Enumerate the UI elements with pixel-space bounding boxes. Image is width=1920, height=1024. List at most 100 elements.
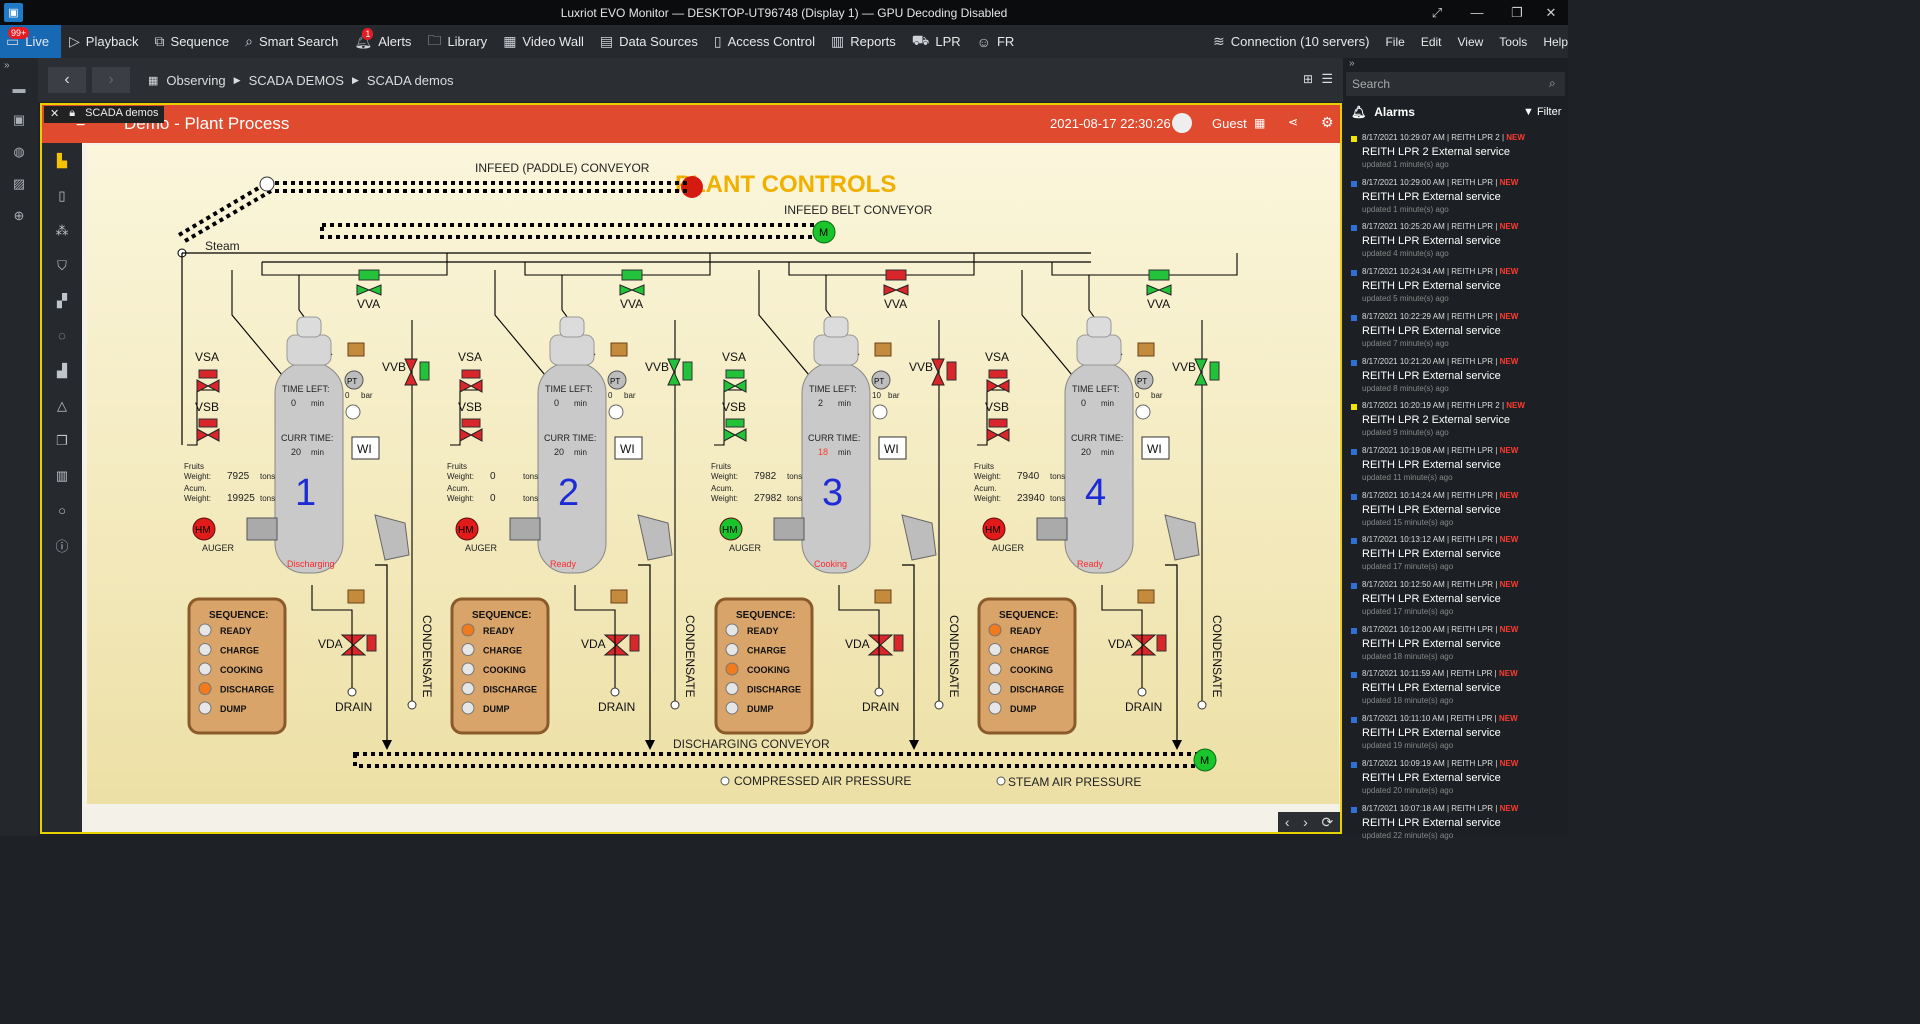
layout-options-icon[interactable]: ⊞ <box>1303 72 1313 86</box>
sequence-step-indicator[interactable] <box>198 682 212 695</box>
back-button[interactable]: ‹ <box>48 67 86 93</box>
alarm-item[interactable]: 8/17/2021 10:12:00 AM | REITH LPR | NEW R… <box>1343 623 1568 667</box>
vva-valve-icon[interactable] <box>619 284 645 296</box>
vsa-actuator-icon[interactable] <box>198 369 218 379</box>
vva-actuator-icon[interactable] <box>621 269 643 281</box>
list-menu-icon[interactable]: ☰ <box>1321 71 1333 87</box>
settings-icon[interactable]: ⚙ <box>1321 114 1334 131</box>
vva-valve-icon[interactable] <box>356 284 382 296</box>
search-input[interactable]: Search <box>1346 72 1565 96</box>
data-sources-tab[interactable]: ▤ Data Sources <box>592 25 706 58</box>
view-menu[interactable]: View <box>1450 25 1492 58</box>
circle-icon[interactable]: ○ <box>42 493 82 528</box>
alarm-item[interactable]: 8/17/2021 10:21:20 AM | REITH LPR | NEW R… <box>1343 355 1568 399</box>
close-icon[interactable]: ✕ <box>50 107 59 122</box>
vsb-valve-icon[interactable] <box>196 428 220 442</box>
vsb-valve-icon[interactable] <box>723 428 747 442</box>
vvb-actuator-icon[interactable] <box>1209 361 1220 381</box>
connection-menu[interactable]: ≋ Connection (10 servers) <box>1205 25 1377 58</box>
sequence-step-indicator[interactable] <box>988 662 1002 676</box>
alarm-item[interactable]: 8/17/2021 10:25:20 AM | REITH LPR | NEW R… <box>1343 220 1568 264</box>
lock-icon[interactable] <box>1137 342 1155 357</box>
smart-search-tab[interactable]: ⌕ Smart Search <box>237 25 346 58</box>
vda-actuator-icon[interactable] <box>366 634 377 652</box>
sequence-step-indicator[interactable] <box>461 701 475 715</box>
vsb-actuator-icon[interactable] <box>725 418 745 428</box>
vvb-actuator-icon[interactable] <box>419 361 430 381</box>
close-button[interactable]: ✕ <box>1532 0 1570 25</box>
vvb-valve-icon[interactable] <box>404 358 418 386</box>
library-tab[interactable]: 🗀 Library <box>419 25 495 58</box>
sequence-step-indicator[interactable] <box>461 623 475 637</box>
vvb-actuator-icon[interactable] <box>682 361 693 381</box>
vsb-actuator-icon[interactable] <box>198 418 218 428</box>
copy-icon[interactable]: ❐ <box>42 423 82 458</box>
alerts-tab[interactable]: 🔔︎ Alerts 1 <box>346 25 419 58</box>
alarm-item[interactable]: 8/17/2021 10:09:19 AM | REITH LPR | NEW R… <box>1343 757 1568 801</box>
sequence-step-indicator[interactable] <box>198 623 212 637</box>
sequence-step-indicator[interactable] <box>461 682 475 695</box>
vsb-actuator-icon[interactable] <box>988 418 1008 428</box>
vsa-actuator-icon[interactable] <box>988 369 1008 379</box>
vva-actuator-icon[interactable] <box>885 269 907 281</box>
share-icon[interactable]: ⋖ <box>1288 115 1298 129</box>
sequence-step-indicator[interactable] <box>988 623 1002 637</box>
vva-valve-icon[interactable] <box>1146 284 1172 296</box>
user-name[interactable]: Guest <box>1212 116 1247 131</box>
video-wall-tab[interactable]: ▦ Video Wall <box>495 25 592 58</box>
alarm-item[interactable]: 8/17/2021 10:19:08 AM | REITH LPR | NEW R… <box>1343 444 1568 488</box>
sequence-step-indicator[interactable] <box>988 682 1002 695</box>
vda-valve-icon[interactable] <box>867 634 894 656</box>
dashboard-icon[interactable]: ▙ <box>42 143 82 178</box>
lpr-tab[interactable]: ⛟ LPR <box>904 25 969 58</box>
discharge-chute[interactable] <box>1164 514 1200 561</box>
expand-icon[interactable]: » <box>0 58 38 72</box>
help-menu[interactable]: Help <box>1535 25 1568 58</box>
sequence-step-indicator[interactable] <box>725 682 739 695</box>
cameras-search-icon[interactable]: ▨ <box>0 168 38 200</box>
sequence-tab[interactable]: ⧉ Sequence <box>147 25 238 58</box>
sequence-step-indicator[interactable] <box>198 701 212 715</box>
shield-icon[interactable]: ⛉ <box>42 248 82 283</box>
server-icon[interactable]: ▬ <box>0 72 38 104</box>
alarm-item[interactable]: 8/17/2021 10:29:07 AM | REITH LPR 2 | NE… <box>1343 131 1568 175</box>
sequence-step-indicator[interactable] <box>198 643 212 656</box>
forward-button[interactable]: › <box>92 67 130 93</box>
sequence-step-indicator[interactable] <box>725 701 739 715</box>
area-chart-icon[interactable]: ▟ <box>42 353 82 388</box>
cooker-tank[interactable] <box>801 362 871 574</box>
vvb-valve-icon[interactable] <box>1194 358 1208 386</box>
vsb-actuator-icon[interactable] <box>461 418 481 428</box>
access-control-tab[interactable]: ▯ Access Control <box>706 25 823 58</box>
map-icon[interactable]: ▯ <box>42 178 82 213</box>
alarm-item[interactable]: 8/17/2021 10:07:18 AM | REITH LPR | NEW R… <box>1343 802 1568 846</box>
bottom-lock-icon[interactable] <box>347 589 365 604</box>
bottom-lock-icon[interactable] <box>874 589 892 604</box>
vvb-actuator-icon[interactable] <box>946 361 957 381</box>
bulb-icon[interactable]: ◌ <box>42 318 82 353</box>
cooker-tank[interactable] <box>274 362 344 574</box>
lock-icon[interactable] <box>874 342 892 357</box>
vda-valve-icon[interactable] <box>340 634 367 656</box>
vda-valve-icon[interactable] <box>603 634 630 656</box>
network-icon[interactable]: ⊕ <box>0 200 38 232</box>
vsa-actuator-icon[interactable] <box>725 369 745 379</box>
cooker-tank[interactable] <box>1064 362 1134 574</box>
bottom-lock-icon[interactable] <box>1137 589 1155 604</box>
breadcrumb-scada-demos[interactable]: SCADA demos <box>367 73 454 88</box>
vda-actuator-icon[interactable] <box>629 634 640 652</box>
vva-actuator-icon[interactable] <box>1148 269 1170 281</box>
alarm-item[interactable]: 8/17/2021 10:29:00 AM | REITH LPR | NEW R… <box>1343 176 1568 220</box>
sequence-step-indicator[interactable] <box>461 643 475 656</box>
vda-valve-icon[interactable] <box>1130 634 1157 656</box>
vvb-valve-icon[interactable] <box>931 358 945 386</box>
sequence-step-indicator[interactable] <box>725 662 739 676</box>
alarm-item[interactable]: 8/17/2021 10:22:29 AM | REITH LPR | NEW R… <box>1343 310 1568 354</box>
connections-icon[interactable]: ⁂ <box>42 213 82 248</box>
search-icon[interactable]: ⌕ <box>1549 76 1556 91</box>
playback-tab[interactable]: ▷ Playback <box>61 25 147 58</box>
vsa-actuator-icon[interactable] <box>461 369 481 379</box>
lock-icon[interactable] <box>347 342 365 357</box>
bottom-lock-icon[interactable] <box>610 589 628 604</box>
vda-actuator-icon[interactable] <box>1156 634 1167 652</box>
